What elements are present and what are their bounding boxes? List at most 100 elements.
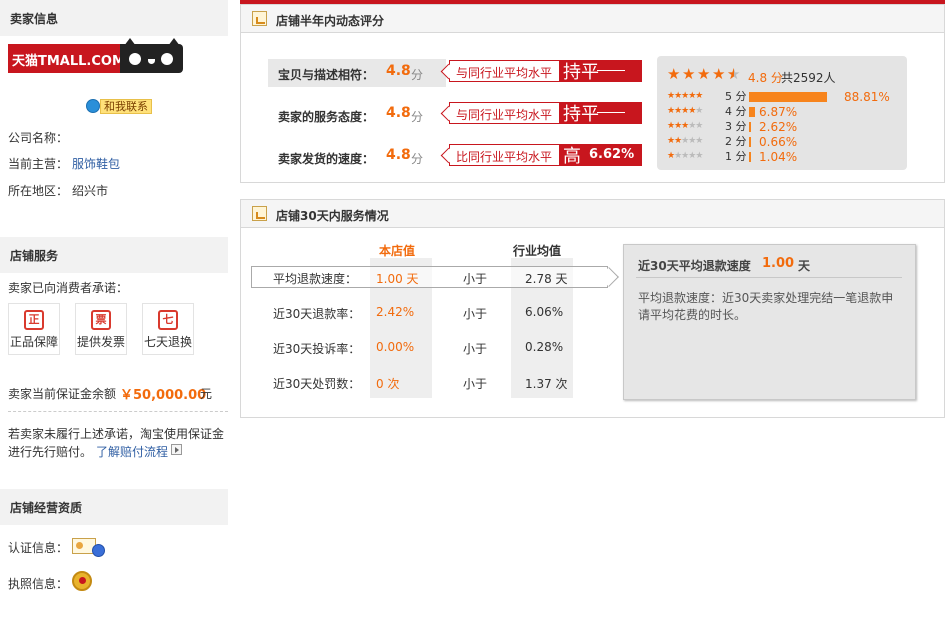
rating-row-label: 卖家发货的速度： [278,152,375,166]
rating-score: 4.8 [386,147,411,163]
invoice-badge[interactable]: 票 提供发票 [75,303,127,355]
compare-value: 高 6.62% [559,144,642,167]
dist-percent: 2.62% [759,120,798,134]
tmall-logo-text: 天猫TMALL.COM [8,44,120,73]
compare-value: 持平 [559,102,642,125]
invoice-icon: 票 [91,310,111,330]
tmall-cat-icon [120,38,183,73]
divider [8,411,228,412]
service-metric-label: 近30天处罚数： [273,377,361,391]
compare-label: 与同行业平均水平 [449,102,559,124]
service-store-value: 1.00 天 [376,272,419,286]
rating-score: 4.8 [386,63,411,79]
deposit-note-line2: 进行先行赔付。 [8,445,93,459]
rating-dist-row: ★★★★★ 4 分 6.87% [667,105,907,119]
dist-bar [749,92,827,102]
service-compare-word: 小于 [463,342,488,356]
star-icon: ★ [712,65,726,83]
compare-label: 与同行业平均水平 [449,60,559,82]
dist-percent: 0.66% [759,135,798,149]
tooltip-body: 平均退款速度：近30天卖家处理完结一笔退款申请平均花费的时长。 [638,291,894,322]
store-col-header: 本店值 [379,244,416,258]
authentic-badge[interactable]: 正 正品保障 [8,303,60,355]
summary-count: 共2592人 [781,71,836,85]
service-30-header: 店铺30天内服务情况 [241,200,944,228]
rating-row-label: 宝贝与描述相符： [278,68,375,82]
dist-label: 1 分 [725,150,747,163]
contact-seller-button[interactable]: 和我联系 [86,98,152,115]
dist-stars-icon: ★★★★★ [667,136,703,146]
deposit-unit: 元 [200,387,213,401]
rating-summary-box: ★ ★ ★ ★ ★ ★ 4.8 分 共2592人 ★★★★★ 5 分 88.81% ★★… [657,56,907,170]
compensation-process-link[interactable]: 了解赔付流程 [96,443,168,460]
dist-bar [749,137,751,147]
rating-dist-row: ★★★★★ 3 分 2.62% [667,120,907,134]
rating-dist-row: ★★★★★ 1 分 1.04% [667,150,907,164]
tmall-logo[interactable]: 天猫TMALL.COM [8,38,183,73]
dist-label: 2 分 [725,135,747,148]
authentic-icon: 正 [24,310,44,330]
dist-label: 3 分 [725,120,747,133]
rating-unit: 分 [411,68,424,82]
compare-word: 持平 [563,104,599,125]
compare-badge: 与同行业平均水平 持平 [449,102,642,125]
service-industry-value: 2.78 天 [525,272,568,286]
seller-info-header: 卖家信息 [0,0,228,36]
summary-stars: ★ ★ ★ ★ ★ ★ [667,66,757,82]
dist-label: 5 分 [725,90,747,103]
service-metric-label: 近30天投诉率： [273,342,361,356]
half-star-icon: ★ ★ [727,65,741,83]
service-compare-word: 小于 [463,307,488,321]
compare-line [597,112,625,113]
dist-bar [749,107,755,117]
license-label: 执照信息： [8,577,69,591]
service-industry-value: 0.28% [525,340,564,354]
service-store-value: 2.42% [376,305,415,319]
tooltip-divider [636,277,902,278]
store-service-header: 店铺服务 [0,237,228,273]
star-icon: ★ [697,65,711,83]
rating-score: 4.8 [386,105,411,121]
summary-score: 4.8 分 [748,71,783,85]
service-30-panel: 店铺30天内服务情况 本店值 行业均值 平均退款速度： 1.00 天小于 2.78 … [240,199,945,418]
seven-day-return-label: 七天退换 [143,335,192,349]
compare-badge: 与同行业平均水平 持平 [449,60,642,83]
region-label: 所在地区： [8,184,69,198]
category-link[interactable]: 服饰鞋包 [72,155,120,172]
qualification-header: 店铺经营资质 [0,489,228,525]
service-store-value: 0 次 [376,377,400,391]
seven-day-return-badge[interactable]: 七 七天退换 [142,303,194,355]
cert-label: 认证信息： [8,541,69,555]
license-emblem-icon[interactable] [72,571,92,591]
rating-unit: 分 [411,152,424,166]
certification-icon[interactable] [72,536,106,558]
industry-col-header: 行业均值 [513,244,562,258]
compare-value: 持平 [559,60,642,83]
service-industry-value: 1.37 次 [525,377,568,391]
promise-label: 卖家已向消费者承诺： [8,281,129,295]
service-compare-word: 小于 [463,377,488,391]
rating-dist-row: ★★★★★ 5 分 88.81% [667,90,907,104]
compare-word: 高 [563,146,581,167]
dist-stars-icon: ★★★★★ [667,106,703,116]
rating-chart-icon [252,11,267,26]
dist-percent: 1.04% [759,150,798,164]
dist-stars-icon: ★★★★★ [667,121,703,131]
rating-dist-row: ★★★★★ 2 分 0.66% [667,135,907,149]
contact-label: 和我联系 [100,99,152,114]
dynamic-rating-header: 店铺半年内动态评分 [241,5,944,33]
dist-percent: 88.81% [844,90,890,104]
compare-badge: 比同行业平均水平 高 6.62% [449,144,642,167]
service-industry-value: 6.06% [525,305,564,319]
invoice-label: 提供发票 [76,335,125,349]
service-chart-icon [252,206,267,221]
dist-bar [749,122,751,132]
sidebar: 卖家信息 天猫TMALL.COM 和我联系 公司名称： 当前主营： 服饰鞋包 所… [0,0,230,621]
rating-row-label: 卖家的服务态度： [278,110,375,124]
dist-bar [749,152,751,162]
service-store-value: 0.00% [376,340,415,354]
arrow-right-icon[interactable] [171,444,182,455]
dist-percent: 6.87% [759,105,798,119]
region-value: 绍兴市 [72,184,109,198]
star-icon: ★ [667,65,681,83]
